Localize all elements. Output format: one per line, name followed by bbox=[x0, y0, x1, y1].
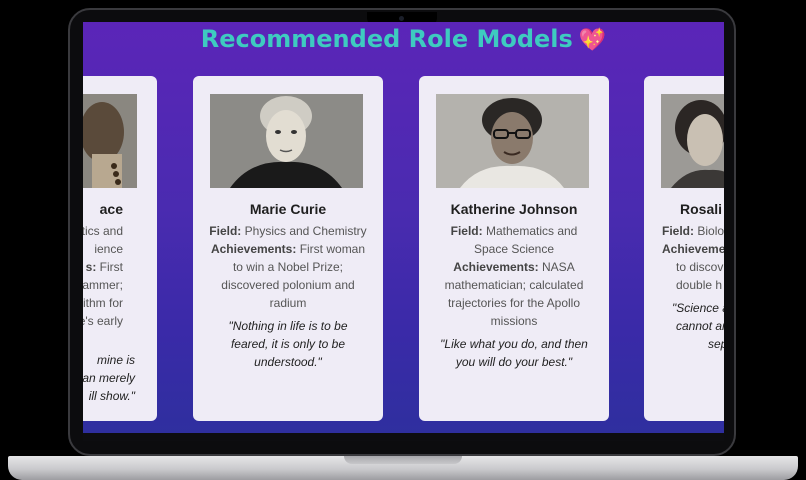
field-label: Field: bbox=[450, 224, 483, 238]
card-details: Field: Biolo Achieveme to discov double … bbox=[662, 224, 724, 292]
achievements-label: Achievements: bbox=[453, 260, 539, 274]
sparkling-heart-icon: 💖 bbox=[578, 28, 607, 53]
camera-icon bbox=[399, 16, 404, 21]
laptop-opening-notch bbox=[344, 456, 462, 464]
card-quote: "Like what you do, and then you will do … bbox=[440, 337, 588, 369]
card-details: tics and ience s: First rammer; rithm fo… bbox=[83, 224, 123, 328]
card-quote: "Science a cannot an sep bbox=[672, 301, 724, 351]
card-quote: mine is an merely ill show." bbox=[83, 353, 135, 403]
card-name: ace bbox=[99, 201, 123, 217]
page-heading: Recommended Role Models 💖 bbox=[83, 22, 724, 58]
card-name: Rosali bbox=[680, 201, 723, 217]
field-value: Mathematics and Space Science bbox=[473, 224, 578, 256]
field-value: Physics and Chemistry bbox=[244, 224, 367, 238]
role-model-card-ada[interactable]: ace tics and ience s: First rammer; rith… bbox=[83, 76, 157, 421]
role-model-card-marie-curie[interactable]: Marie Curie Field: Physics and Chemistry… bbox=[193, 76, 383, 421]
portrait-photo bbox=[436, 94, 589, 188]
achievements-label: Achievements: bbox=[210, 242, 297, 256]
field-label: Field: bbox=[209, 224, 242, 238]
heading-title: Recommended Role Models bbox=[200, 25, 573, 53]
screen: Recommended Role Models 💖 ace tics and ie… bbox=[83, 22, 724, 433]
role-model-card-katherine-johnson[interactable]: Katherine Johnson Field: Mathematics and… bbox=[419, 76, 609, 421]
role-model-card-rosalind[interactable]: Rosali Field: Biolo Achieveme to discov … bbox=[644, 76, 724, 421]
card-name: Marie Curie bbox=[249, 201, 327, 217]
portrait-photo bbox=[661, 94, 724, 188]
screen-bottom-bezel bbox=[83, 433, 724, 441]
portrait-photo bbox=[210, 94, 363, 188]
card-name: Katherine Johnson bbox=[450, 201, 578, 217]
laptop-frame: Recommended Role Models 💖 ace tics and ie… bbox=[0, 0, 806, 480]
card-quote: "Nothing in life is to be feared, it is … bbox=[228, 319, 348, 369]
portrait-photo bbox=[83, 94, 137, 188]
card-details: Field: Mathematics and Space Science Ach… bbox=[433, 222, 595, 330]
card-details: Field: Physics and Chemistry Achievement… bbox=[207, 222, 369, 312]
